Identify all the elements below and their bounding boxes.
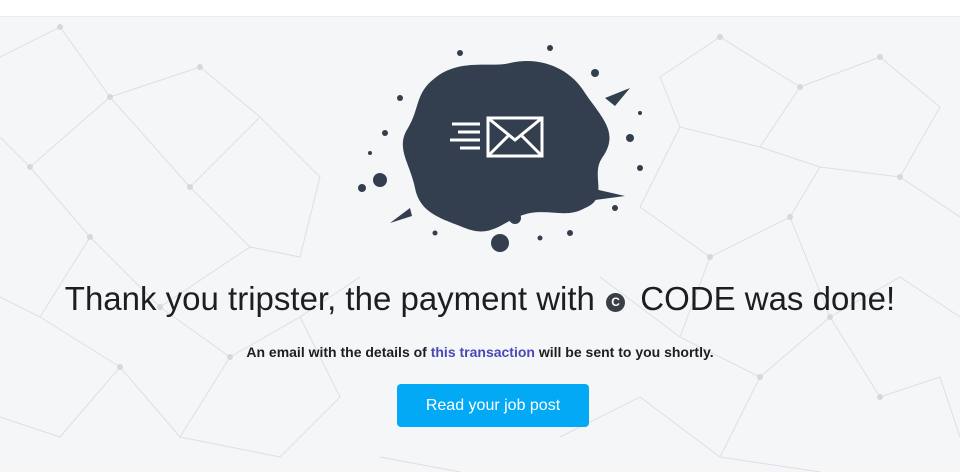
notice-text-end: will be sent to you shortly.: [534, 344, 714, 360]
top-bar: [0, 0, 960, 17]
title-text-end: CODE was done!: [631, 280, 896, 317]
page-title: Thank you tripster, the payment with C C…: [0, 280, 960, 318]
transaction-link[interactable]: this transaction: [431, 344, 535, 360]
envelope-splash-illustration: [358, 45, 643, 252]
read-job-post-button[interactable]: Read your job post: [397, 384, 589, 427]
code-coin-icon: C: [606, 293, 626, 312]
email-notice: An email with the details of this transa…: [0, 344, 960, 360]
title-text-start: Thank you tripster, the payment with: [64, 280, 605, 317]
notice-text-start: An email with the details of: [246, 344, 431, 360]
